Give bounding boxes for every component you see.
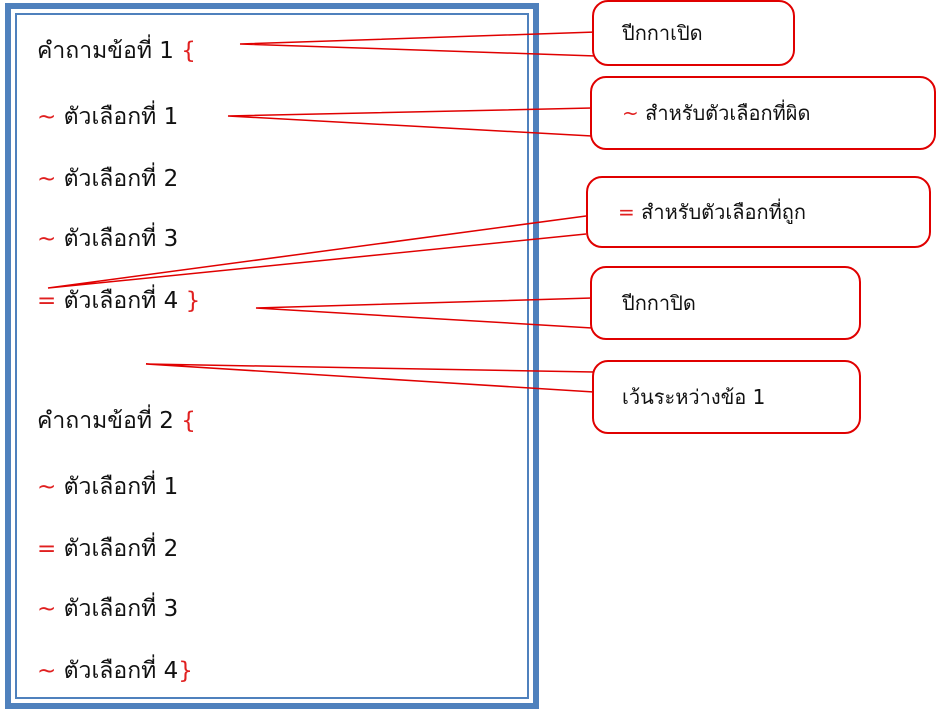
wrong-choice-callout-text: สำหรับตัวเลือกที่ผิด xyxy=(645,101,811,125)
spacing-callout-text: เว้นระหว่างข้อ 1 xyxy=(622,385,766,409)
question-2-label: คำถามข้อที่ 2 xyxy=(37,408,174,434)
choice-mark: ~ xyxy=(37,226,57,252)
choice-mark: ~ xyxy=(37,658,57,684)
question-1-choice-4: = ตัวเลือกที่ 4 } xyxy=(37,290,200,313)
question-1-close-brace: } xyxy=(185,288,201,314)
open-brace-callout-text: ปีกกาเปิด xyxy=(622,21,703,45)
spacing-callout: เว้นระหว่างข้อ 1 xyxy=(592,360,861,434)
question-2-close-brace: } xyxy=(178,658,193,684)
choice-mark: ~ xyxy=(37,596,57,622)
question-2-heading: คำถามข้อที่ 2 { xyxy=(37,410,196,433)
question-1-choice-2: ~ ตัวเลือกที่ 2 xyxy=(37,168,178,191)
choice-label: ตัวเลือกที่ 3 xyxy=(63,596,179,622)
close-brace-callout-text: ปีกกาปิด xyxy=(622,291,696,315)
question-2-choice-3: ~ ตัวเลือกที่ 3 xyxy=(37,598,178,621)
choice-label: ตัวเลือกที่ 4 xyxy=(63,658,179,684)
choice-mark: ~ xyxy=(37,474,57,500)
choice-mark: = xyxy=(37,288,57,314)
question-1-choice-3: ~ ตัวเลือกที่ 3 xyxy=(37,228,178,251)
choice-label: ตัวเลือกที่ 2 xyxy=(63,536,179,562)
choice-mark: ~ xyxy=(37,104,57,130)
correct-choice-callout: = สำหรับตัวเลือกที่ถูก xyxy=(586,176,931,248)
question-2-choice-1: ~ ตัวเลือกที่ 1 xyxy=(37,476,178,499)
question-1-heading: คำถามข้อที่ 1 { xyxy=(37,40,196,63)
wrong-choice-callout: ~ สำหรับตัวเลือกที่ผิด xyxy=(590,76,936,150)
correct-choice-symbol: = xyxy=(618,200,635,224)
choice-label: ตัวเลือกที่ 1 xyxy=(63,104,179,130)
choice-mark: = xyxy=(37,536,57,562)
choice-mark: ~ xyxy=(37,166,57,192)
correct-choice-callout-text: สำหรับตัวเลือกที่ถูก xyxy=(641,200,807,224)
question-2-open-brace: { xyxy=(181,408,196,434)
choice-label: ตัวเลือกที่ 3 xyxy=(63,226,179,252)
question-1-choice-1: ~ ตัวเลือกที่ 1 xyxy=(37,106,178,129)
wrong-choice-symbol: ~ xyxy=(622,101,639,125)
choice-label: ตัวเลือกที่ 1 xyxy=(63,474,179,500)
open-brace-callout: ปีกกาเปิด xyxy=(592,0,795,66)
question-2-choice-2: = ตัวเลือกที่ 2 xyxy=(37,538,178,561)
question-1-open-brace: { xyxy=(181,38,196,64)
choice-label: ตัวเลือกที่ 2 xyxy=(63,166,179,192)
question-1-label: คำถามข้อที่ 1 xyxy=(37,38,174,64)
close-brace-callout: ปีกกาปิด xyxy=(590,266,861,340)
question-2-choice-4: ~ ตัวเลือกที่ 4} xyxy=(37,660,193,683)
choice-label: ตัวเลือกที่ 4 xyxy=(63,288,179,314)
